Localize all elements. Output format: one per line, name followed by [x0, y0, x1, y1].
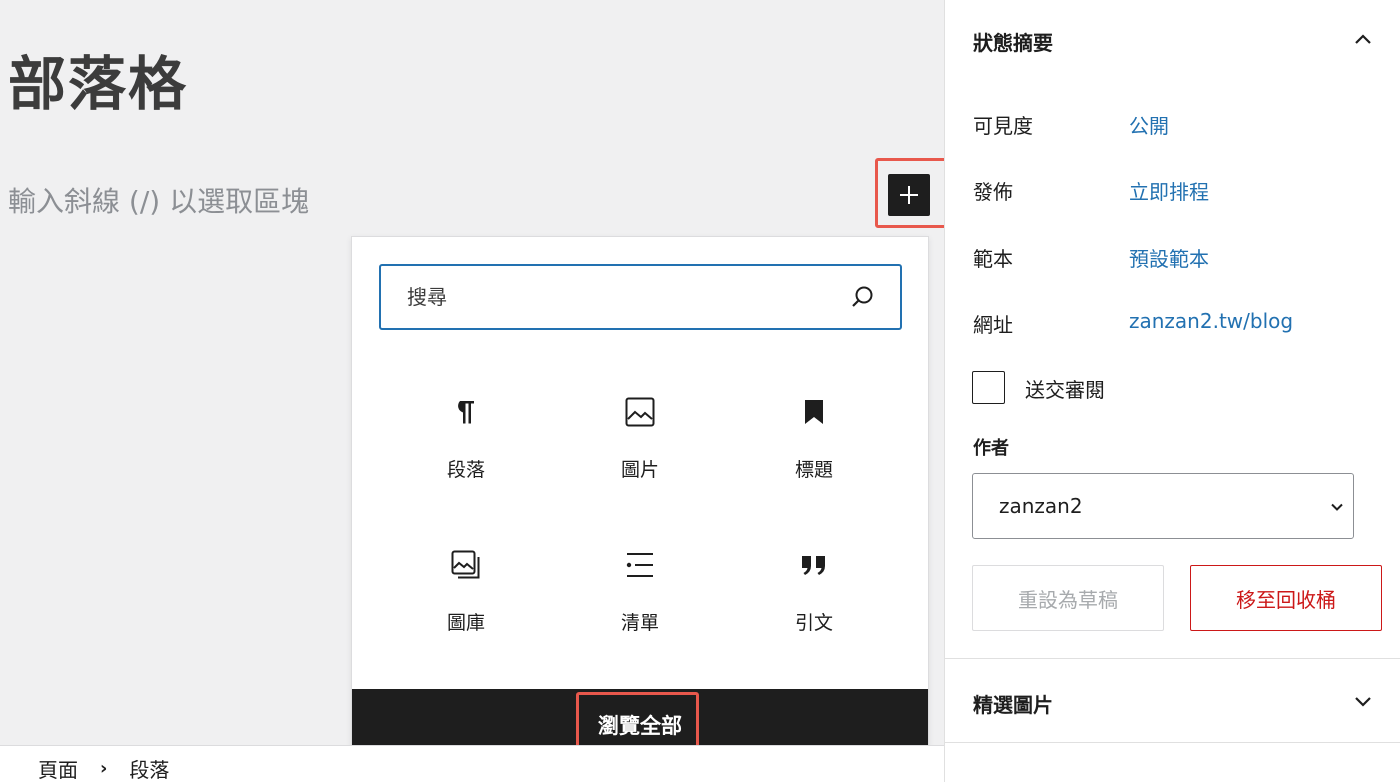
block-inserter-popover: 段落 圖片 標題 圖庫 — [351, 236, 929, 762]
image-icon — [625, 397, 655, 427]
search-icon — [852, 286, 873, 307]
move-to-trash-button[interactable]: 移至回收桶 — [1190, 565, 1382, 631]
search-box — [379, 264, 902, 330]
block-item-list[interactable]: 清單 — [553, 520, 727, 640]
add-block-button[interactable] — [888, 174, 930, 216]
gallery-icon — [451, 550, 480, 579]
publish-label: 發佈 — [973, 180, 1013, 204]
quote-icon — [802, 556, 825, 575]
list-icon — [626, 553, 653, 577]
publish-link[interactable]: 立即排程 — [1129, 176, 1209, 205]
visibility-link[interactable]: 公開 — [1129, 110, 1169, 139]
block-label: 標題 — [794, 459, 833, 481]
author-label: 作者 — [973, 438, 1009, 459]
settings-sidebar: 狀態摘要 可見度 公開 發佈 立即排程 範本 預設範本 網址 zanzan2.t… — [944, 0, 1400, 782]
url-label: 網址 — [973, 313, 1013, 337]
author-value: zanzan2 — [999, 494, 1083, 518]
browse-all-button[interactable]: 瀏覽全部 — [598, 710, 682, 740]
block-placeholder[interactable]: 輸入斜線 (/) 以選取區塊 — [8, 180, 309, 224]
block-item-image[interactable]: 圖片 — [553, 367, 727, 487]
search-input[interactable] — [407, 285, 850, 309]
author-select[interactable]: zanzan2 — [972, 473, 1354, 539]
block-label: 引文 — [794, 612, 833, 634]
block-label: 段落 — [446, 459, 485, 481]
breadcrumb: 頁面 › 段落 — [38, 754, 169, 782]
featured-image-title[interactable]: 精選圖片 — [973, 689, 1053, 718]
block-item-paragraph[interactable]: 段落 — [379, 367, 553, 487]
block-item-heading[interactable]: 標題 — [727, 367, 901, 487]
url-link[interactable]: zanzan2.tw/blog — [1129, 309, 1293, 333]
breadcrumb-item[interactable]: 頁面 — [38, 754, 78, 782]
visibility-label: 可見度 — [973, 114, 1033, 138]
switch-to-draft-button[interactable]: 重設為草稿 — [972, 565, 1164, 631]
chevron-down-icon[interactable] — [1353, 694, 1373, 708]
chevron-up-icon[interactable] — [1353, 32, 1373, 46]
block-label: 清單 — [620, 612, 659, 634]
breadcrumb-item[interactable]: 段落 — [129, 754, 169, 782]
pending-review-checkbox[interactable] — [972, 371, 1005, 404]
pending-review-label[interactable]: 送交審閱 — [1025, 374, 1105, 403]
page-title[interactable]: 部落格 — [8, 44, 188, 124]
block-label: 圖片 — [620, 459, 659, 481]
editor-footer: 頁面 › 段落 — [0, 745, 944, 782]
block-item-quote[interactable]: 引文 — [727, 520, 901, 640]
paragraph-icon — [458, 401, 474, 424]
chevron-down-icon — [1331, 503, 1343, 511]
template-label: 範本 — [973, 247, 1013, 271]
block-item-gallery[interactable]: 圖庫 — [379, 520, 553, 640]
template-link[interactable]: 預設範本 — [1129, 243, 1209, 272]
divider — [945, 742, 1400, 743]
heading-bookmark-icon — [805, 400, 823, 424]
divider — [945, 658, 1400, 659]
status-panel-title[interactable]: 狀態摘要 — [973, 27, 1053, 56]
block-label: 圖庫 — [446, 612, 485, 634]
chevron-right-icon: › — [100, 758, 108, 779]
